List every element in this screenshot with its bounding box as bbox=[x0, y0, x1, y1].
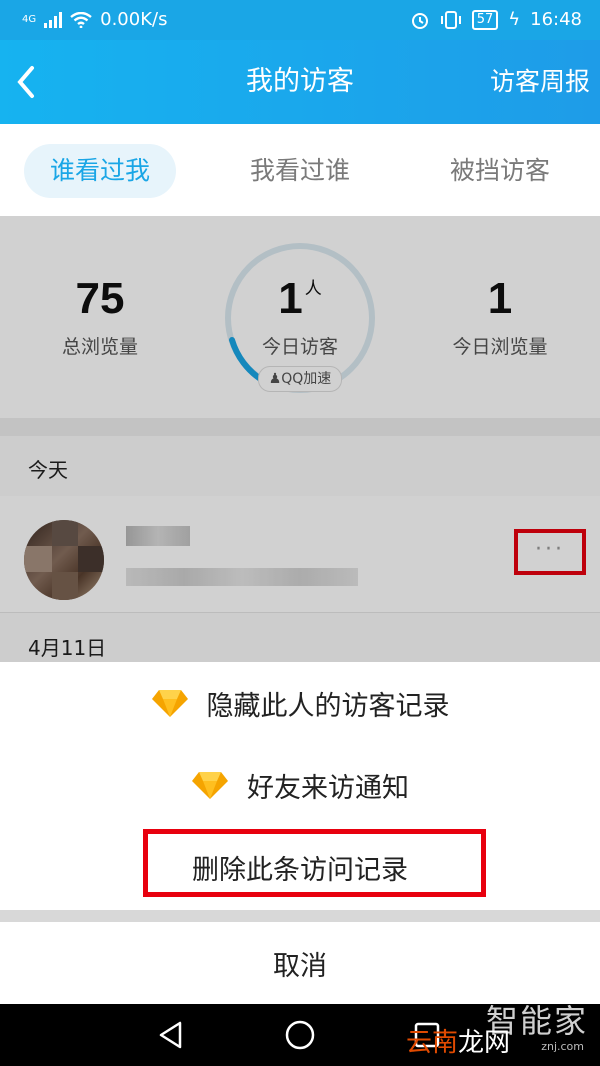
alarm-icon bbox=[411, 12, 428, 29]
signal-icon bbox=[44, 11, 63, 28]
hide-visitor-record-label: 隐藏此人的访客记录 bbox=[206, 690, 450, 722]
divider bbox=[0, 910, 600, 922]
highlight-box bbox=[143, 829, 486, 897]
dim-overlay[interactable] bbox=[0, 216, 600, 662]
friend-visit-notify-label: 好友来访通知 bbox=[247, 772, 409, 804]
tab-who-i-viewed[interactable]: 我看过谁 bbox=[224, 144, 376, 198]
back-triangle-icon[interactable] bbox=[154, 1018, 188, 1052]
watermark-brand-b: 龙网 bbox=[457, 1028, 510, 1058]
tab-blocked-visitors[interactable]: 被挡访客 bbox=[424, 144, 576, 198]
vibrate-icon bbox=[440, 10, 461, 29]
header: 我的访客 访客周报 bbox=[0, 40, 600, 124]
diamond-icon bbox=[192, 772, 228, 799]
cancel-button[interactable]: 取消 bbox=[0, 922, 600, 1004]
battery-level: 57 bbox=[476, 11, 494, 27]
watermark-brand: 云南龙网 bbox=[406, 1022, 510, 1059]
action-sheet: 隐藏此人的访客记录 好友来访通知 删除此条访问记录 取消 bbox=[0, 662, 600, 1004]
network-type: 4G bbox=[22, 14, 37, 25]
wifi-icon bbox=[70, 11, 92, 28]
tab-who-viewed-me[interactable]: 谁看过我 bbox=[24, 144, 176, 198]
watermark-brand-a: 云南 bbox=[405, 1028, 458, 1058]
status-bar: 4G 0.00K/s 57 ϟ 16:48 bbox=[0, 0, 600, 40]
network-speed: 0.00K/s bbox=[100, 9, 168, 30]
weekly-report-button[interactable]: 访客周报 bbox=[490, 62, 590, 102]
diamond-icon bbox=[151, 690, 188, 717]
home-circle-icon[interactable] bbox=[283, 1018, 317, 1052]
friend-visit-notify-option[interactable]: 好友来访通知 bbox=[0, 744, 600, 827]
hide-visitor-record-option[interactable]: 隐藏此人的访客记录 bbox=[0, 662, 600, 745]
clock: 16:48 bbox=[530, 9, 582, 30]
tab-bar: 谁看过我 我看过谁 被挡访客 bbox=[0, 124, 600, 216]
watermark-url: znj.com bbox=[541, 1040, 584, 1053]
charging-icon: ϟ bbox=[508, 9, 521, 30]
battery-icon: 57 bbox=[471, 9, 499, 30]
